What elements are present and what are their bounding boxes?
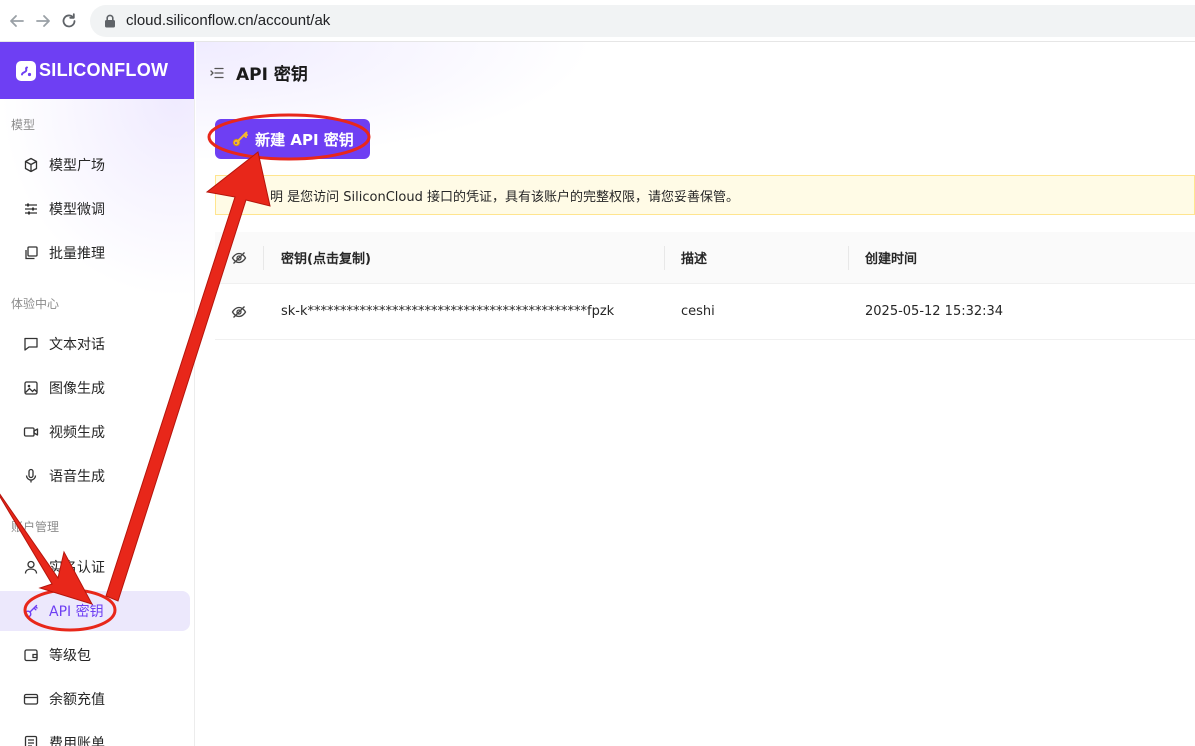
page-title: API 密钥 [236,65,308,85]
table-header-row: 密钥(点击复制) 描述 创建时间 [215,232,1195,284]
group-label-experience: 体验中心 [11,297,60,311]
sidebar-item-recharge[interactable]: 余额充值 [0,679,190,719]
header-description: 描述 [681,252,708,267]
sidebar-item-fine-tune[interactable]: 模型微调 [0,189,190,229]
api-key-created-time: 2025-05-12 15:32:34 [865,304,1004,319]
cube-icon [22,156,40,174]
sidebar-item-label: 等级包 [49,648,91,664]
reload-icon[interactable] [56,8,82,34]
sidebar-item-image-gen[interactable]: 图像生成 [0,368,190,408]
sidebar-item-level-pack[interactable]: 等级包 [0,635,190,675]
api-key-description: ceshi [681,304,715,319]
table-row: sk-k************************************… [215,284,1195,340]
sidebar-item-label: 视频生成 [49,425,105,441]
sidebar-item-text-chat[interactable]: 文本对话 [0,324,190,364]
image-icon [22,379,40,397]
create-api-key-button[interactable]: 新建 API 密钥 [215,119,370,159]
eye-toggle-all-icon[interactable] [231,232,251,283]
id-icon [22,558,40,576]
address-bar[interactable]: cloud.siliconflow.cn/account/ak [90,4,1195,37]
forward-arrow-icon[interactable] [30,8,56,34]
sidebar: SILICONFLOW 模型 模型广场 模型微调 批量推理 体验中心 文本对话 … [0,42,195,746]
sidebar-item-label: 批量推理 [49,246,105,262]
sidebar-item-batch-inference[interactable]: 批量推理 [0,233,190,273]
sidebar-item-label: API 密钥 [49,604,104,620]
info-notice: 明 是您访问 SiliconCloud 接口的凭证，具有该账户的完整权限，请您妥… [215,175,1195,215]
create-button-label: 新建 API 密钥 [255,130,354,149]
mic-icon [22,467,40,485]
group-label-models: 模型 [11,118,36,132]
sidebar-item-verification[interactable]: 实名认证 [0,547,190,587]
sidebar-item-label: 文本对话 [49,337,105,353]
column-divider [664,246,665,270]
sliders-icon [22,200,40,218]
column-divider [263,246,264,270]
sidebar-item-voice-gen[interactable]: 语音生成 [0,456,190,496]
sidebar-item-label: 费用账单 [49,736,105,746]
chat-icon [22,335,40,353]
wallet-icon [22,646,40,664]
logo-icon [16,60,36,81]
sidebar-item-billing[interactable]: 费用账单 [0,723,190,746]
back-arrow-icon[interactable] [4,8,30,34]
api-key-value[interactable]: sk-k************************************… [281,284,614,339]
header-key: 密钥(点击复制) [281,252,371,267]
sidebar-item-label: 图像生成 [49,381,105,397]
card-icon [22,690,40,708]
sidebar-item-label: 实名认证 [49,560,105,576]
lock-icon [102,13,118,29]
key-emoji-icon [231,130,249,148]
key-icon [22,602,40,620]
url-text: cloud.siliconflow.cn/account/ak [126,12,331,29]
api-key-table: 密钥(点击复制) 描述 创建时间 sk-k*******************… [215,232,1195,340]
video-icon [22,423,40,441]
page-header: API 密钥 [210,60,308,85]
column-divider [848,246,849,270]
sidebar-item-label: 模型广场 [49,158,105,174]
brand-logo[interactable]: SILICONFLOW [0,42,194,99]
header-created-time: 创建时间 [865,252,918,267]
copy-icon [22,244,40,262]
sidebar-item-video-gen[interactable]: 视频生成 [0,412,190,452]
sidebar-item-label: 模型微调 [49,202,105,218]
eye-slash-icon[interactable] [231,284,251,339]
sidebar-item-label: 余额充值 [49,692,105,708]
notice-text: 明 是您访问 SiliconCloud 接口的凭证，具有该账户的完整权限，请您妥… [270,189,739,205]
browser-toolbar: cloud.siliconflow.cn/account/ak [0,0,1195,42]
collapse-menu-icon[interactable] [210,65,226,81]
sidebar-item-label: 语音生成 [49,469,105,485]
sidebar-item-model-square[interactable]: 模型广场 [0,145,190,185]
brand-name: SILICONFLOW [39,60,169,80]
sidebar-item-api-keys[interactable]: API 密钥 [0,591,190,631]
main-content: API 密钥 新建 API 密钥 明 是您访问 SiliconCloud 接口的… [196,42,1195,746]
bill-icon [22,734,40,746]
group-label-account: 账户管理 [11,520,60,534]
